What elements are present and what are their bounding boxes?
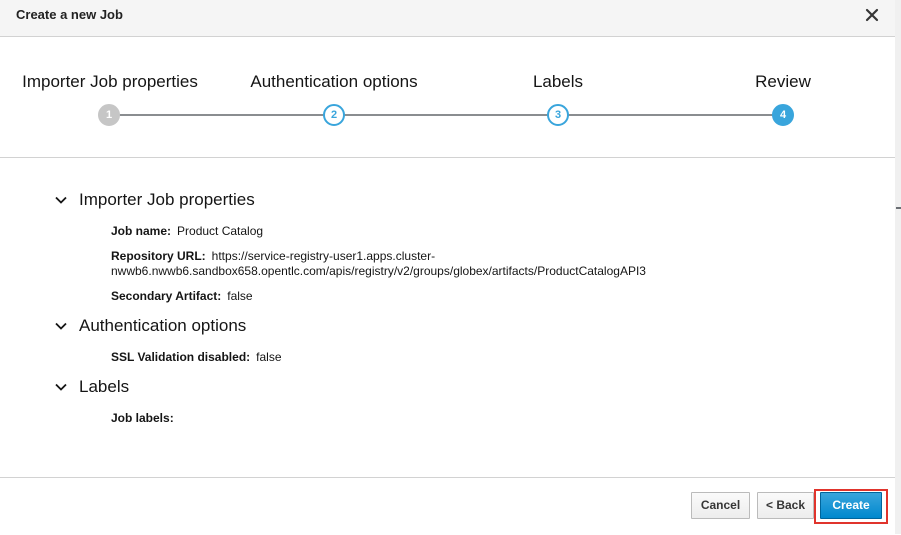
back-button[interactable]: < Back bbox=[757, 492, 814, 519]
chevron-down-icon bbox=[55, 196, 67, 204]
background-edge bbox=[895, 0, 901, 534]
ssl-validation-row: SSL Validation disabled: false bbox=[111, 350, 282, 365]
step-label-review: Review bbox=[755, 72, 811, 91]
job-labels-row: Job labels: bbox=[111, 411, 180, 426]
chevron-down-icon bbox=[55, 383, 67, 391]
section-heading-authentication: Authentication options bbox=[79, 316, 247, 335]
background-divider bbox=[896, 207, 901, 209]
job-name-row: Job name: Product Catalog bbox=[111, 224, 263, 239]
section-heading-importer: Importer Job properties bbox=[79, 190, 255, 209]
step-label-authentication: Authentication options bbox=[250, 72, 418, 91]
secondary-artifact-value: false bbox=[227, 289, 253, 303]
modal-title: Create a new Job bbox=[16, 7, 123, 22]
create-job-modal: Create a new Job Importer Job properties… bbox=[0, 0, 895, 535]
step-1-circle[interactable]: 1 bbox=[98, 104, 120, 126]
secondary-artifact-label: Secondary Artifact: bbox=[111, 289, 222, 303]
step-connector bbox=[109, 114, 783, 116]
job-name-value: Product Catalog bbox=[177, 224, 264, 238]
create-button-highlight bbox=[814, 489, 888, 524]
wizard-steps: Importer Job properties 1 Authentication… bbox=[0, 37, 895, 158]
ssl-validation-label: SSL Validation disabled: bbox=[111, 350, 251, 364]
step-label-importer: Importer Job properties bbox=[22, 72, 198, 91]
step-4-circle[interactable]: 4 bbox=[772, 104, 794, 126]
repository-url-row: Repository URL: https://service-registry-… bbox=[111, 249, 646, 279]
step-label-labels: Labels bbox=[532, 72, 584, 91]
job-labels-label: Job labels: bbox=[111, 411, 174, 425]
step-2-circle[interactable]: 2 bbox=[323, 104, 345, 126]
modal-footer: Cancel < Back Create bbox=[0, 477, 895, 535]
ssl-validation-value: false bbox=[256, 350, 282, 364]
cancel-button[interactable]: Cancel bbox=[691, 492, 750, 519]
section-toggle-importer[interactable]: Importer Job properties bbox=[54, 190, 255, 210]
chevron-down-icon bbox=[55, 322, 67, 330]
job-name-label: Job name: bbox=[111, 224, 172, 238]
repository-url-label: Repository URL: bbox=[111, 249, 206, 263]
close-button[interactable] bbox=[860, 3, 884, 27]
repository-url-value-line1: https://service-registry-user1.apps.clus… bbox=[211, 249, 436, 263]
step-3-circle[interactable]: 3 bbox=[547, 104, 569, 126]
close-icon bbox=[865, 8, 879, 22]
section-toggle-labels[interactable]: Labels bbox=[54, 377, 129, 397]
section-toggle-authentication[interactable]: Authentication options bbox=[54, 316, 246, 336]
repository-url-value-line2: nwwb6.nwwb6.sandbox658.opentlc.com/apis/… bbox=[111, 264, 646, 278]
section-heading-labels: Labels bbox=[79, 377, 130, 396]
secondary-artifact-row: Secondary Artifact: false bbox=[111, 289, 253, 304]
modal-header: Create a new Job bbox=[0, 0, 895, 37]
